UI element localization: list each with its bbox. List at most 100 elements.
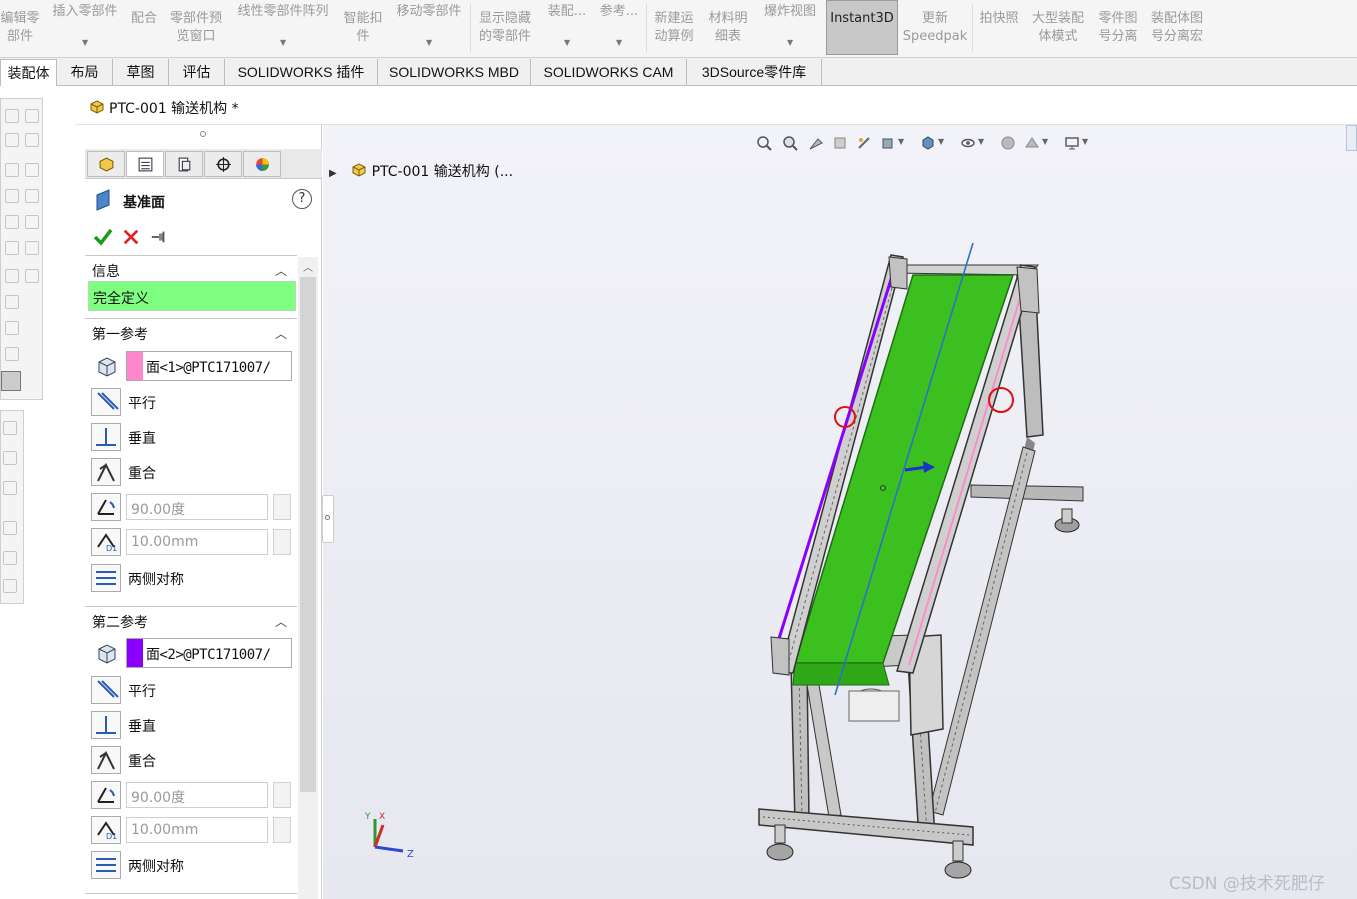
- assembly-number-split-macro-button[interactable]: 装配体图 号分离宏: [1146, 0, 1208, 56]
- take-snapshot-button[interactable]: 拍快照: [976, 0, 1022, 56]
- angle-icon[interactable]: [91, 493, 121, 521]
- parallel-icon[interactable]: [91, 676, 121, 704]
- perpendicular-icon[interactable]: [91, 423, 121, 451]
- section-first-reference-header[interactable]: 第一参考 ︿: [85, 318, 297, 344]
- coincident-icon[interactable]: [91, 746, 121, 774]
- grip-icon[interactable]: [200, 131, 206, 137]
- reference-geometry-button[interactable]: 参考... ▼: [596, 0, 642, 56]
- tab-sketch[interactable]: 草图: [113, 59, 169, 86]
- instant3d-button[interactable]: Instant3D: [826, 0, 898, 55]
- update-speedpak-button[interactable]: 更新 Speedpak: [902, 0, 968, 56]
- tab-solidworks-mbd[interactable]: SOLIDWORKS MBD: [378, 59, 531, 86]
- tab-3dsource[interactable]: 3DSource零件库: [687, 59, 822, 86]
- smart-fasteners-button[interactable]: 智能扣件: [340, 0, 386, 56]
- angle-spinner[interactable]: [273, 782, 291, 808]
- chevron-down-icon[interactable]: ▼: [82, 34, 88, 52]
- scrollbar-thumb[interactable]: [300, 277, 316, 792]
- chevron-up-icon[interactable]: ︿: [275, 262, 287, 279]
- ok-check-icon[interactable]: [93, 227, 113, 247]
- tool-icon[interactable]: [25, 189, 39, 203]
- tab-evaluate[interactable]: 评估: [169, 59, 225, 86]
- coincident-option[interactable]: 重合: [91, 457, 295, 487]
- tool-icon[interactable]: [5, 269, 19, 283]
- angle-icon[interactable]: [91, 781, 121, 809]
- component-preview-button[interactable]: 零部件预 览窗口: [166, 0, 226, 56]
- mid-plane-icon[interactable]: [91, 564, 121, 592]
- new-motion-study-button[interactable]: 新建运 动算例: [650, 0, 698, 56]
- edit-component-button[interactable]: 编辑零 部件: [0, 0, 40, 56]
- exploded-view-button[interactable]: 爆炸视图 ▼: [758, 0, 822, 56]
- tool-icon[interactable]: [5, 347, 19, 361]
- angle-spinner[interactable]: [273, 494, 291, 520]
- first-reference-field[interactable]: 面<1>@PTC171007/: [126, 351, 292, 381]
- angle-input[interactable]: 90.00度: [126, 494, 268, 520]
- chevron-down-icon[interactable]: ▼: [426, 34, 432, 52]
- tool-icon[interactable]: [3, 521, 17, 535]
- perpendicular-option[interactable]: 垂直: [91, 710, 295, 740]
- tool-icon[interactable]: [25, 109, 39, 123]
- tool-icon[interactable]: [3, 579, 17, 593]
- tool-icon[interactable]: [25, 163, 39, 177]
- distance-icon[interactable]: D1: [91, 528, 121, 556]
- chevron-down-icon[interactable]: ▼: [280, 34, 286, 52]
- tool-icon[interactable]: [5, 215, 19, 229]
- tool-icon[interactable]: [3, 481, 17, 495]
- tool-icon[interactable]: [5, 189, 19, 203]
- tool-icon[interactable]: [5, 163, 19, 177]
- tool-icon[interactable]: [5, 295, 19, 309]
- tab-assembly[interactable]: 装配体: [0, 59, 57, 86]
- distance-spinner[interactable]: [273, 529, 291, 555]
- perpendicular-icon[interactable]: [91, 711, 121, 739]
- property-manager-scrollbar[interactable]: ︿: [298, 257, 318, 899]
- conveyor-model-view[interactable]: Y X Z: [323, 125, 1357, 899]
- parallel-icon[interactable]: [91, 388, 121, 416]
- tab-feature-manager[interactable]: [87, 151, 125, 177]
- chevron-down-icon[interactable]: ▼: [616, 34, 622, 52]
- insert-component-button[interactable]: 插入零部件 ▼: [48, 0, 122, 56]
- tool-icon[interactable]: [25, 241, 39, 255]
- second-reference-field[interactable]: 面<2>@PTC171007/: [126, 638, 292, 668]
- assembly-features-button[interactable]: 装配... ▼: [544, 0, 590, 56]
- cancel-x-icon[interactable]: [122, 228, 140, 246]
- coincident-option[interactable]: 重合: [91, 745, 295, 775]
- tab-layout[interactable]: 布局: [57, 59, 113, 86]
- panel-splitter-handle[interactable]: [322, 495, 334, 543]
- tab-solidworks-addins[interactable]: SOLIDWORKS 插件: [225, 59, 378, 86]
- tool-icon[interactable]: [25, 215, 39, 229]
- help-button[interactable]: ?: [292, 189, 312, 209]
- tool-icon[interactable]: [5, 241, 19, 255]
- tool-icon[interactable]: [25, 133, 39, 147]
- chevron-down-icon[interactable]: ▼: [787, 34, 793, 52]
- section-info-header[interactable]: 信息 ︿: [85, 255, 297, 281]
- tool-icon[interactable]: [3, 421, 17, 435]
- tab-property-manager[interactable]: [126, 151, 164, 177]
- mid-plane-icon[interactable]: [91, 851, 121, 879]
- perpendicular-option[interactable]: 垂直: [91, 422, 295, 452]
- large-assembly-mode-button[interactable]: 大型装配 体模式: [1028, 0, 1088, 56]
- linear-pattern-button[interactable]: 线性零部件阵列 ▼: [232, 0, 334, 56]
- tool-icon[interactable]: [3, 451, 17, 465]
- distance-spinner[interactable]: [273, 817, 291, 843]
- move-component-button[interactable]: 移动零部件 ▼: [392, 0, 466, 56]
- tool-icon[interactable]: [25, 269, 39, 283]
- tool-icon[interactable]: [5, 133, 19, 147]
- section-third-reference-header[interactable]: [85, 893, 297, 899]
- distance-input[interactable]: 10.00mm: [126, 817, 268, 843]
- tab-dimxpert-manager[interactable]: [204, 151, 242, 177]
- tab-configuration-manager[interactable]: [165, 151, 203, 177]
- distance-icon[interactable]: D1: [91, 816, 121, 844]
- graphics-area[interactable]: ▼ ▼ ▼ ▼ ▼ ▶ PTC-001 输送机构 (... Y X Z CSDN…: [323, 125, 1357, 899]
- scroll-up-icon[interactable]: ︿: [303, 259, 313, 274]
- coincident-icon[interactable]: [91, 458, 121, 486]
- parallel-option[interactable]: 平行: [91, 387, 295, 417]
- angle-input[interactable]: 90.00度: [126, 782, 268, 808]
- chevron-up-icon[interactable]: ︿: [275, 613, 287, 630]
- tool-icon[interactable]: [3, 551, 17, 565]
- ruler-icon[interactable]: [1, 371, 21, 391]
- mid-plane-option[interactable]: 两侧对称: [91, 563, 295, 593]
- chevron-up-icon[interactable]: ︿: [275, 325, 287, 342]
- tool-icon[interactable]: [5, 321, 19, 335]
- tool-icon[interactable]: [5, 109, 19, 123]
- tab-display-manager[interactable]: [243, 151, 281, 177]
- mate-button[interactable]: 配合: [128, 0, 160, 56]
